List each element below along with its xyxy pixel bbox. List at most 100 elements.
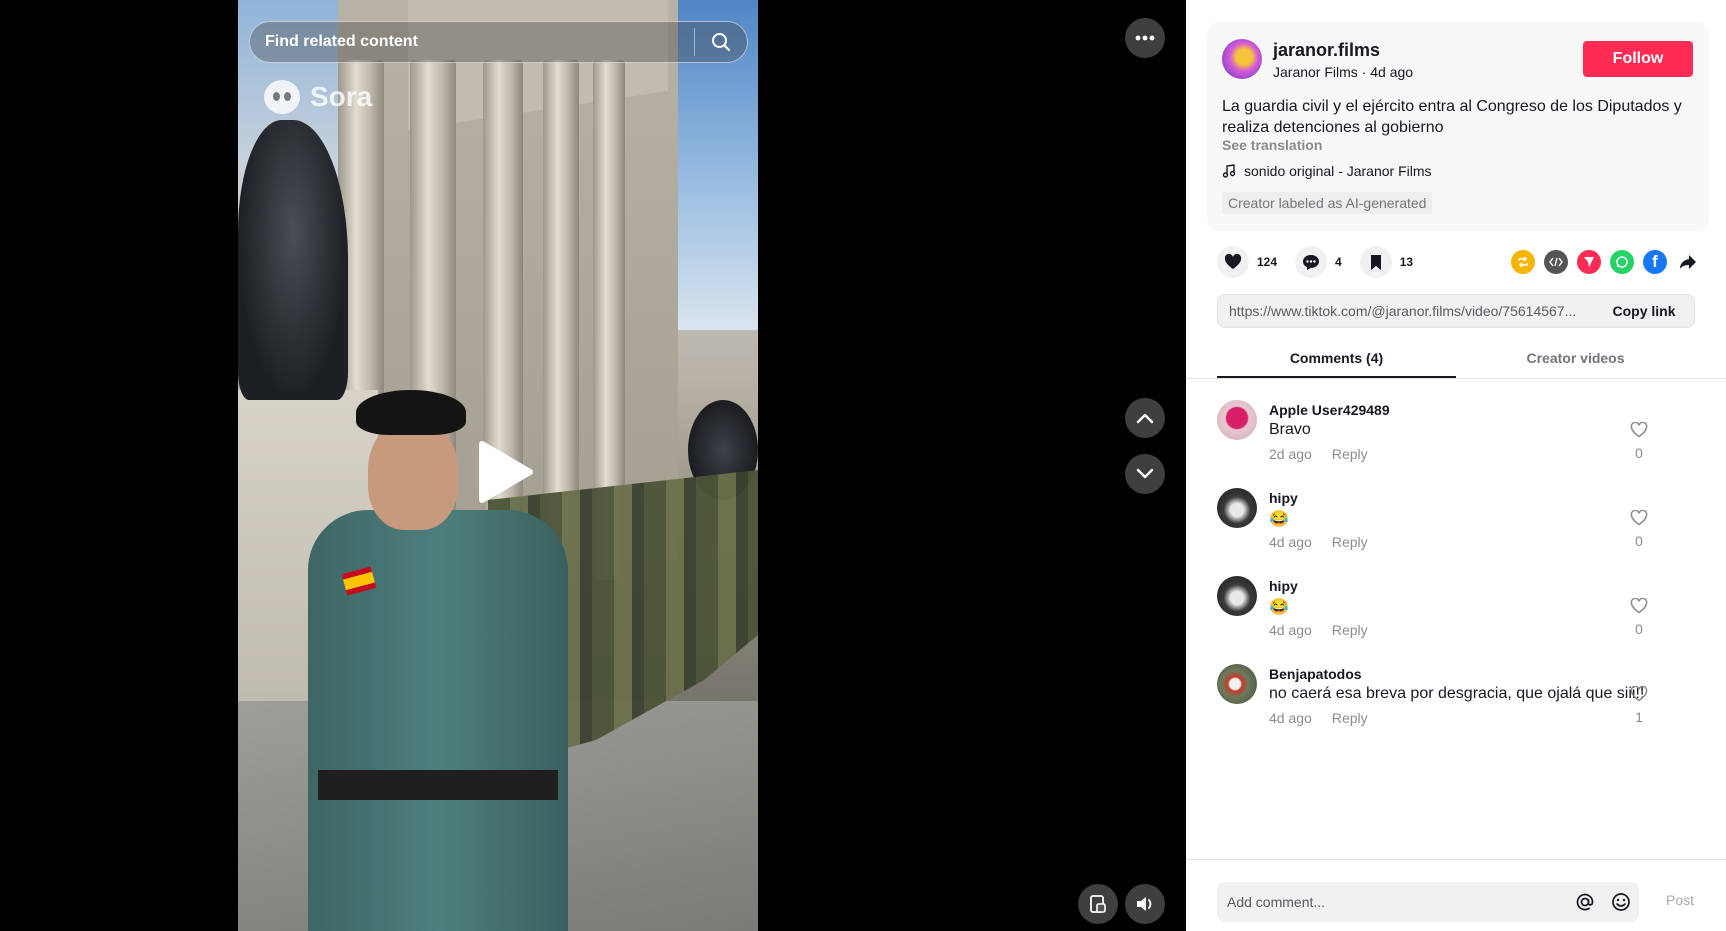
comment-item: Benjapatodos no caerá esa breva por desg… (1217, 664, 1717, 744)
picture-in-picture-button[interactable] (1078, 884, 1118, 924)
reply-button[interactable]: Reply (1332, 710, 1368, 726)
comment-like-count: 0 (1635, 533, 1643, 549)
comment-count: 4 (1335, 255, 1342, 269)
reply-button[interactable]: Reply (1332, 446, 1368, 462)
pip-icon (1090, 895, 1106, 913)
video-lion-statue (238, 120, 348, 400)
see-translation-link[interactable]: See translation (1222, 137, 1322, 153)
emoji-icon[interactable] (1603, 884, 1639, 920)
comment-like[interactable]: 1 (1627, 685, 1651, 725)
commenter-username[interactable]: hipy (1269, 578, 1298, 594)
like-stat[interactable]: 124 (1217, 246, 1277, 278)
comment-like[interactable]: 0 (1627, 597, 1651, 637)
comment-text: 😂 (1269, 511, 1289, 528)
save-count: 13 (1399, 255, 1414, 269)
volume-button[interactable] (1125, 884, 1165, 924)
sora-watermark: Sora (264, 80, 372, 114)
tab-comments[interactable]: Comments (4) (1217, 342, 1456, 378)
chevron-up-icon (1136, 413, 1154, 424)
follow-button[interactable]: Follow (1583, 41, 1693, 77)
post-comment-button[interactable]: Post (1666, 892, 1694, 908)
comment-meta: 4d ago Reply (1269, 622, 1368, 638)
post-info-card: jaranor.films Jaranor Films · 4d ago Fol… (1207, 22, 1709, 231)
video-link-box: https://www.tiktok.com/@jaranor.films/vi… (1217, 294, 1695, 328)
author-username[interactable]: jaranor.films (1273, 40, 1380, 61)
comment-time: 4d ago (1269, 710, 1312, 726)
video-pane: Find related content Sora (0, 0, 1186, 931)
comment-time: 4d ago (1269, 534, 1312, 550)
heart-outline-icon[interactable] (1630, 421, 1648, 438)
comment-text: 😂 (1269, 599, 1289, 616)
embed-icon[interactable] (1544, 250, 1568, 274)
facebook-icon[interactable]: f (1643, 250, 1667, 274)
comment-like-count: 0 (1635, 621, 1643, 637)
comment-meta: 2d ago Reply (1269, 446, 1368, 462)
commenter-avatar[interactable] (1217, 488, 1257, 528)
comment-composer (1217, 882, 1639, 922)
share-arrow-icon[interactable] (1676, 250, 1700, 274)
panel-tabs: Comments (4) Creator videos (1217, 342, 1695, 378)
like-count: 124 (1257, 255, 1278, 269)
engagement-stats: 124 4 13 (1217, 246, 1413, 278)
volume-icon (1137, 897, 1152, 911)
bookmark-icon[interactable] (1359, 246, 1392, 278)
author-avatar[interactable] (1222, 39, 1262, 79)
comment-item: hipy 😂 4d ago Reply 0 (1217, 488, 1717, 568)
mention-icon[interactable] (1567, 884, 1603, 920)
next-video-button[interactable] (1125, 454, 1165, 494)
copy-link-button[interactable]: Copy link (1594, 303, 1694, 319)
comment-item: Apple User429489 Bravo 2d ago Reply 0 (1217, 400, 1717, 480)
heart-outline-icon[interactable] (1630, 685, 1648, 702)
sora-logo-icon (264, 80, 300, 114)
comment-time: 2d ago (1269, 446, 1312, 462)
commenter-avatar[interactable] (1217, 664, 1257, 704)
comment-meta: 4d ago Reply (1269, 710, 1368, 726)
commenter-avatar[interactable] (1217, 576, 1257, 616)
details-panel: jaranor.films Jaranor Films · 4d ago Fol… (1186, 0, 1726, 931)
comment-like[interactable]: 0 (1627, 509, 1651, 549)
search-icon[interactable] (695, 22, 747, 62)
reply-button[interactable]: Reply (1332, 622, 1368, 638)
comment-like-count: 1 (1635, 709, 1643, 725)
comment-meta: 4d ago Reply (1269, 534, 1368, 550)
comment-item: hipy 😂 4d ago Reply 0 (1217, 576, 1717, 656)
sora-watermark-text: Sora (310, 81, 373, 112)
tabs-divider (1186, 378, 1726, 379)
music-row[interactable]: sonido original - Jaranor Films (1222, 163, 1432, 179)
related-search-box[interactable]: Find related content (249, 21, 748, 63)
heart-outline-icon[interactable] (1630, 509, 1648, 526)
reply-button[interactable]: Reply (1332, 534, 1368, 550)
video-link-url[interactable]: https://www.tiktok.com/@jaranor.films/vi… (1218, 303, 1594, 319)
music-title: sonido original - Jaranor Films (1244, 163, 1432, 179)
chevron-down-icon (1136, 468, 1154, 479)
whatsapp-icon[interactable] (1610, 250, 1634, 274)
heart-icon[interactable] (1217, 246, 1249, 278)
comment-text: Bravo (1269, 421, 1311, 438)
ai-generated-label: Creator labeled as AI-generated (1222, 192, 1433, 214)
music-note-icon (1222, 164, 1236, 178)
send-icon[interactable] (1577, 250, 1601, 274)
save-stat[interactable]: 13 (1359, 246, 1414, 278)
commenter-username[interactable]: Apple User429489 (1269, 402, 1390, 418)
tab-creator-videos[interactable]: Creator videos (1456, 342, 1695, 378)
repost-icon[interactable] (1511, 250, 1535, 274)
heart-outline-icon[interactable] (1630, 597, 1648, 614)
previous-video-button[interactable] (1125, 398, 1165, 438)
related-search-input[interactable]: Find related content (250, 33, 694, 51)
commenter-avatar[interactable] (1217, 400, 1257, 440)
more-options-button[interactable] (1125, 18, 1165, 58)
comment-like[interactable]: 0 (1627, 421, 1651, 461)
share-row: f (1511, 250, 1700, 274)
comment-input[interactable] (1217, 894, 1567, 910)
play-icon[interactable] (474, 440, 534, 504)
comment-stat[interactable]: 4 (1295, 246, 1342, 278)
composer-divider (1186, 859, 1726, 860)
author-meta: Jaranor Films · 4d ago (1273, 64, 1414, 80)
comment-bubble-icon[interactable] (1295, 246, 1328, 278)
comment-like-count: 0 (1635, 445, 1643, 461)
post-description: La guardia civil y el ejército entra al … (1222, 98, 1682, 136)
commenter-username[interactable]: Benjapatodos (1269, 666, 1362, 682)
comment-time: 4d ago (1269, 622, 1312, 638)
commenter-username[interactable]: hipy (1269, 490, 1298, 506)
comment-text: no caerá esa breva por desgracia, que oj… (1269, 685, 1645, 702)
